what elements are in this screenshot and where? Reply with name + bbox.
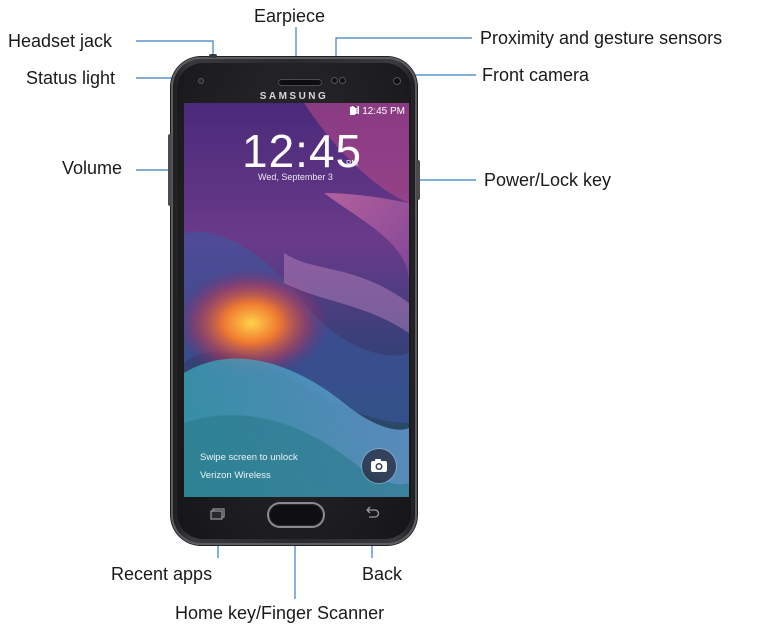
label-front-camera: Front camera <box>482 65 590 85</box>
carrier-name: Verizon Wireless <box>200 470 271 481</box>
power-key <box>416 160 420 200</box>
lock-clock-ampm: PM <box>346 159 358 168</box>
status-time: 12:45 PM <box>362 106 405 117</box>
status-light-led <box>199 79 203 83</box>
camera-shortcut-button <box>362 449 396 483</box>
label-back: Back <box>362 564 403 584</box>
label-proximity-sensors: Proximity and gesture sensors <box>480 28 723 48</box>
status-bar: 4G 12:45 PM <box>349 106 405 117</box>
volume-key <box>168 134 172 206</box>
headset-jack-port <box>209 54 217 58</box>
camera-icon <box>371 459 387 472</box>
battery-icon <box>349 106 355 115</box>
back-icon <box>366 506 380 518</box>
front-camera-lens <box>394 78 400 84</box>
unlock-hint: Swipe screen to unlock <box>200 452 298 463</box>
lock-clock: 12:45 <box>242 125 363 177</box>
proximity-sensor-right <box>340 78 345 83</box>
brand-logo: SAMSUNG <box>259 91 329 102</box>
lock-date: Wed, September 3 <box>258 172 333 182</box>
label-status-light: Status light <box>26 68 116 88</box>
label-home-key: Home key/Finger Scanner <box>175 603 385 623</box>
label-headset-jack: Headset jack <box>8 31 113 51</box>
label-volume: Volume <box>62 158 123 178</box>
label-power-lock-key: Power/Lock key <box>484 170 612 190</box>
phone-diagram: SAMSUNG 12:45 PM 12:45 PM Wed, September… <box>0 0 764 629</box>
label-recent-apps: Recent apps <box>111 564 213 584</box>
lock-screen: 4G 12:45 PM 12:45 PM Wed, September 3 Sw… <box>184 103 409 497</box>
recent-apps-icon <box>210 508 225 520</box>
home-key <box>269 504 323 526</box>
earpiece-slot <box>279 80 321 85</box>
label-earpiece: Earpiece <box>254 6 326 26</box>
proximity-sensor-left <box>332 78 337 83</box>
